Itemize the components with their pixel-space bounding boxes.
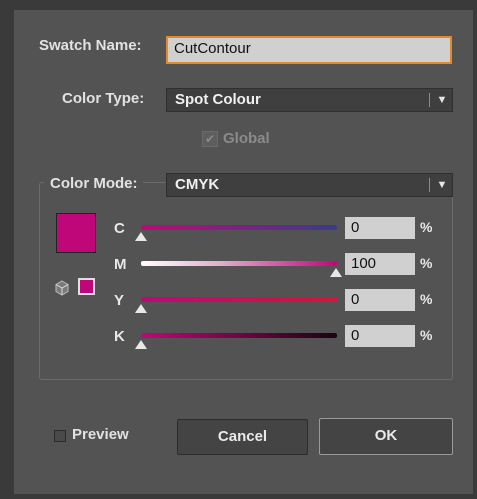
channel-c-value-input[interactable]: 0: [345, 217, 415, 239]
percent-sign: %: [420, 219, 433, 235]
channel-k-slider-track[interactable]: [141, 333, 337, 338]
ok-button[interactable]: OK: [319, 418, 453, 455]
color-mode-label: Color Mode:: [44, 175, 143, 192]
channel-k-slider-thumb[interactable]: [135, 340, 147, 349]
color-type-value: Spot Colour: [175, 91, 261, 108]
color-type-label: Color Type:: [62, 90, 145, 107]
channel-m-slider-track[interactable]: [141, 261, 337, 266]
preview-checkbox[interactable]: [54, 430, 66, 442]
swatch-options-dialog: Swatch Name: CutContour Color Type: Spot…: [14, 10, 473, 494]
global-label: Global: [223, 130, 270, 147]
channel-y-slider-thumb[interactable]: [135, 304, 147, 313]
swatch-name-label: Swatch Name:: [39, 37, 142, 54]
channel-y-slider-track[interactable]: [141, 297, 337, 302]
cancel-button[interactable]: Cancel: [177, 419, 308, 455]
global-checkbox[interactable]: ✔: [202, 131, 218, 147]
channel-c-slider-thumb[interactable]: [135, 232, 147, 241]
percent-sign: %: [420, 327, 433, 343]
channel-y-label: Y: [114, 292, 125, 309]
percent-sign: %: [420, 291, 433, 307]
channel-c-label: C: [114, 220, 125, 237]
dropdown-separator: [429, 93, 430, 107]
chevron-down-icon: ▼: [436, 179, 448, 191]
color-type-dropdown[interactable]: Spot Colour ▼: [166, 88, 453, 112]
channel-m-value-input[interactable]: 100: [345, 253, 415, 275]
color-mode-group: [39, 182, 453, 380]
checkmark-icon: ✔: [204, 132, 216, 146]
preview-label: Preview: [72, 426, 129, 443]
dropdown-separator: [429, 178, 430, 192]
channel-m-slider-thumb[interactable]: [330, 268, 342, 277]
color-mode-dropdown[interactable]: CMYK ▼: [166, 173, 453, 197]
color-swatch: [56, 213, 96, 253]
swatch-name-input[interactable]: CutContour: [166, 36, 452, 64]
channel-y-value-input[interactable]: 0: [345, 289, 415, 311]
channel-m-label: M: [114, 256, 127, 273]
channel-k-value-input[interactable]: 0: [345, 325, 415, 347]
percent-sign: %: [420, 255, 433, 271]
chevron-down-icon: ▼: [436, 94, 448, 106]
gamut-swatch[interactable]: [78, 278, 95, 295]
color-mode-value: CMYK: [175, 176, 220, 193]
cube-icon[interactable]: [54, 280, 70, 296]
channel-k-label: K: [114, 328, 125, 345]
channel-c-slider-track[interactable]: [141, 225, 337, 230]
